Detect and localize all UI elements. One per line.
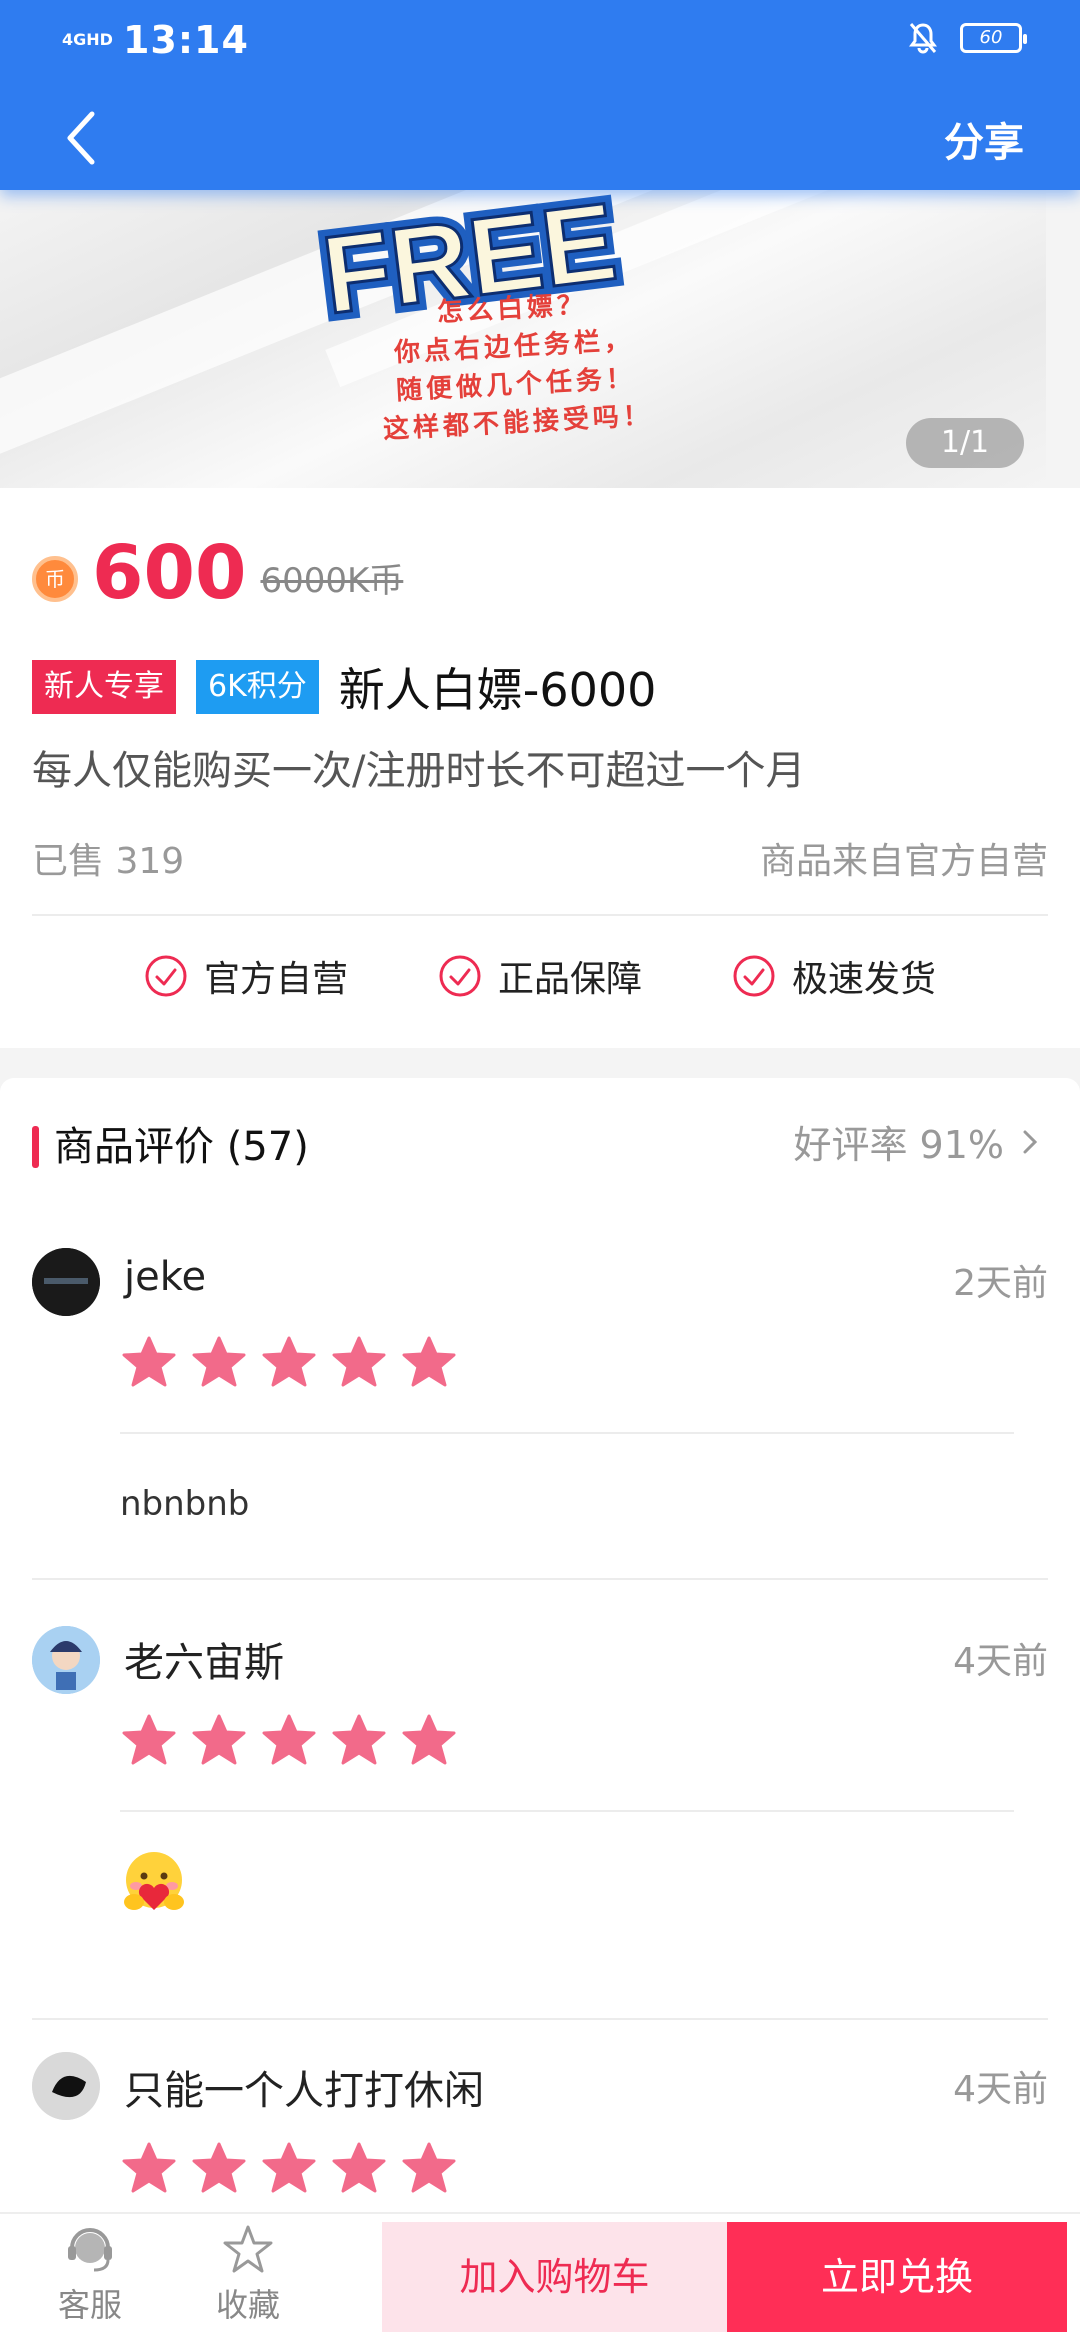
guarantee-item: 极速发货 bbox=[732, 950, 936, 1002]
star-icon bbox=[192, 2142, 246, 2193]
star-icon bbox=[332, 1336, 386, 1387]
favorite-label: 收藏 bbox=[215, 2286, 280, 2324]
avatar bbox=[32, 2052, 100, 2120]
star-icon bbox=[262, 1714, 316, 1765]
check-circle-icon bbox=[439, 955, 481, 997]
divider bbox=[32, 1578, 1048, 1580]
star-icon bbox=[262, 2142, 316, 2193]
hug-emoji-icon bbox=[124, 1852, 184, 1910]
star-outline-icon bbox=[223, 2225, 273, 2273]
headset-icon bbox=[68, 2228, 112, 2272]
star-icon bbox=[192, 1714, 246, 1765]
customer-service-button[interactable]: 客服 bbox=[30, 2224, 150, 2326]
reviews-header[interactable]: 商品评价 (57) 好评率 91% bbox=[32, 1114, 1048, 1174]
coin-icon: 币 bbox=[32, 556, 78, 602]
guarantee-label: 正品保障 bbox=[497, 959, 642, 1000]
divider bbox=[32, 2018, 1048, 2020]
product-banner[interactable]: FREE FREE 怎么白嫖？ 你点右边任务栏， 随便做几个任务！ 这样都不能接… bbox=[0, 140, 1046, 488]
back-arrow-icon[interactable] bbox=[58, 108, 108, 168]
new-user-tag: 新人专享 bbox=[32, 660, 176, 714]
product-description: 每人仅能购买一次/注册时长不可超过一个月 bbox=[32, 748, 806, 794]
nav-bar: 分享 bbox=[0, 90, 1080, 180]
original-price: 6000K币 bbox=[260, 561, 404, 601]
share-button[interactable]: 分享 bbox=[944, 110, 1024, 168]
favorite-button[interactable]: 收藏 bbox=[188, 2224, 308, 2326]
guarantee-label: 极速发货 bbox=[792, 959, 937, 1000]
star-icon bbox=[332, 1714, 386, 1765]
reviewer-name: 只能一个人打打休闲 bbox=[124, 2068, 484, 2114]
app-header: 4GHD 13:14 60 分享 bbox=[0, 0, 1080, 190]
mute-bell-icon bbox=[909, 23, 937, 54]
reviews-section: 商品评价 (57) 好评率 91% jeke 2天前 nbnbnb 老六宙斯 4… bbox=[0, 1078, 1080, 2278]
status-time: 13:14 bbox=[122, 18, 249, 62]
star-icon bbox=[402, 1336, 456, 1387]
star-rating bbox=[122, 2142, 456, 2194]
title-row: 新人专享 6K积分 新人白嫖-6000 bbox=[32, 654, 656, 720]
guarantee-list: 官方自营 正品保障 极速发货 bbox=[0, 950, 1080, 1002]
star-rating bbox=[122, 1714, 456, 1766]
guarantee-label: 官方自营 bbox=[203, 959, 348, 1000]
review-time: 4天前 bbox=[953, 1641, 1048, 1682]
check-circle-icon bbox=[733, 955, 775, 997]
positive-rate: 好评率 91% bbox=[793, 1123, 1004, 1167]
check-circle-icon bbox=[145, 955, 187, 997]
reviews-title: 商品评价 (57) bbox=[54, 1124, 309, 1170]
star-icon bbox=[122, 1714, 176, 1765]
guarantee-item: 官方自营 bbox=[144, 950, 348, 1002]
star-icon bbox=[192, 1336, 246, 1387]
status-bar: 4GHD 13:14 60 bbox=[0, 16, 1080, 66]
customer-service-label: 客服 bbox=[57, 2286, 122, 2324]
product-info: 币 600 6000K币 新人专享 6K积分 新人白嫖-6000 每人仅能购买一… bbox=[0, 488, 1080, 1048]
star-icon bbox=[262, 1336, 316, 1387]
avatar bbox=[32, 1248, 100, 1316]
guarantee-item: 正品保障 bbox=[438, 950, 642, 1002]
chevron-right-icon bbox=[1023, 1130, 1038, 1153]
points-tag: 6K积分 bbox=[196, 660, 319, 714]
star-icon bbox=[402, 1714, 456, 1765]
price: 600 bbox=[92, 530, 247, 616]
sold-count: 已售 319 bbox=[32, 841, 185, 882]
star-icon bbox=[122, 1336, 176, 1387]
divider bbox=[32, 914, 1048, 916]
review-time: 4天前 bbox=[953, 2069, 1048, 2110]
section-accent-bar bbox=[32, 1126, 39, 1168]
redeem-now-button[interactable]: 立即兑换 bbox=[727, 2222, 1067, 2332]
reviewer-name: 老六宙斯 bbox=[124, 1640, 284, 1686]
divider bbox=[120, 1810, 1014, 1812]
avatar bbox=[32, 1626, 100, 1694]
positive-rate-link[interactable]: 好评率 91% bbox=[793, 1114, 1038, 1169]
reviewer-name: jeke bbox=[124, 1254, 207, 1300]
banner-caption: 怎么白嫖？ 你点右边任务栏， 随便做几个任务！ 这样都不能接受吗！ bbox=[376, 283, 654, 449]
divider bbox=[120, 1432, 1014, 1434]
review-text: nbnbnb bbox=[120, 1484, 250, 1524]
network-indicator: 4GHD bbox=[62, 30, 113, 49]
star-rating bbox=[122, 1336, 456, 1388]
star-icon bbox=[122, 2142, 176, 2193]
bottom-action-bar: 客服 收藏 加入购物车 立即兑换 bbox=[0, 2212, 1080, 2340]
product-title: 新人白嫖-6000 bbox=[338, 663, 657, 717]
review-time: 2天前 bbox=[953, 1263, 1048, 1304]
star-icon bbox=[332, 2142, 386, 2193]
star-icon bbox=[402, 2142, 456, 2193]
product-source: 商品来自官方自营 bbox=[759, 841, 1048, 882]
image-pager: 1/1 bbox=[906, 418, 1024, 468]
price-row: 币 600 6000K币 bbox=[32, 536, 403, 610]
add-to-cart-button[interactable]: 加入购物车 bbox=[382, 2222, 727, 2332]
battery-icon: 60 bbox=[960, 23, 1027, 53]
